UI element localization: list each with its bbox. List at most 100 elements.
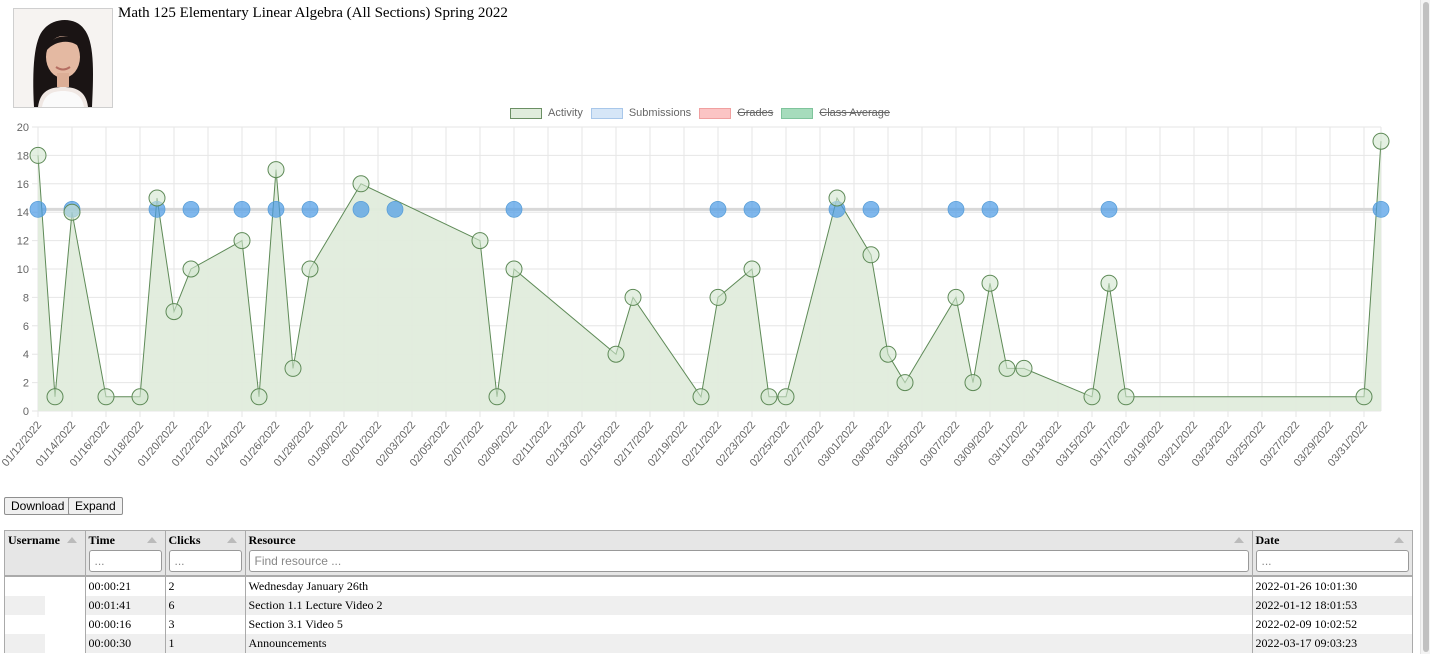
cell-resource: Wednesday January 26th xyxy=(245,576,1253,596)
submission-point xyxy=(1372,200,1390,218)
sort-asc-icon[interactable] xyxy=(1394,537,1404,543)
activity-point xyxy=(182,260,200,278)
activity-point xyxy=(301,260,319,278)
sort-asc-icon[interactable] xyxy=(146,537,157,543)
sort-asc-icon[interactable] xyxy=(66,537,77,543)
legend-swatch-class-average xyxy=(781,107,814,119)
activity-point xyxy=(692,388,710,406)
activity-point xyxy=(1372,132,1390,150)
legend-swatch-submissions xyxy=(590,107,623,119)
activity-point xyxy=(896,374,914,392)
vertical-scrollbar[interactable] xyxy=(1420,0,1430,654)
submission-point xyxy=(352,200,370,218)
submission-point xyxy=(386,200,404,218)
activity-point xyxy=(624,288,642,306)
cell-date: 2022-01-12 18:01:53 xyxy=(1252,596,1412,615)
activity-point xyxy=(488,388,506,406)
activity-point xyxy=(709,288,727,306)
activity-point xyxy=(964,374,982,392)
activity-point xyxy=(284,359,302,377)
table-row[interactable]: 00:00:21 2 Wednesday January 26th 2022-0… xyxy=(5,576,1412,596)
column-header-clicks[interactable]: Clicks xyxy=(165,531,246,577)
submission-point xyxy=(29,200,47,218)
activity-point xyxy=(233,232,251,250)
cell-clicks: 1 xyxy=(165,634,246,653)
table-row[interactable]: 00:01:41 6 Section 1.1 Lecture Video 2 2… xyxy=(5,596,1412,615)
submission-point xyxy=(233,200,251,218)
time-filter-input[interactable] xyxy=(88,550,162,572)
activity-point xyxy=(998,359,1016,377)
y-tick-label: 10 xyxy=(17,264,29,276)
submission-point xyxy=(182,200,200,218)
table-header-row: Username Time Clicks Resource xyxy=(5,531,1412,577)
sort-asc-icon[interactable] xyxy=(226,537,237,543)
activity-point xyxy=(947,288,965,306)
person-photo-icon xyxy=(14,9,112,107)
y-tick-label: 4 xyxy=(23,349,29,361)
y-tick-label: 18 xyxy=(17,150,29,162)
cell-date: 2022-01-26 10:01:30 xyxy=(1255,579,1358,593)
clicks-filter-input[interactable] xyxy=(168,550,242,572)
activity-point xyxy=(97,388,115,406)
x-axis: 01/12/202201/14/202201/16/202201/18/2022… xyxy=(0,419,1370,469)
activity-point xyxy=(828,189,846,207)
submission-point xyxy=(862,200,880,218)
y-tick-label: 12 xyxy=(17,236,29,248)
date-filter-input[interactable] xyxy=(1255,550,1409,572)
activity-point xyxy=(1083,388,1101,406)
download-button[interactable]: Download xyxy=(4,497,72,515)
activity-table: Username Time Clicks Resource xyxy=(4,530,1413,653)
activity-point xyxy=(981,274,999,292)
activity-point xyxy=(777,388,795,406)
activity-point xyxy=(148,189,166,207)
activity-point xyxy=(862,246,880,264)
activity-point xyxy=(471,232,489,250)
cell-username xyxy=(5,634,86,653)
cell-date: 2022-02-09 10:02:52 xyxy=(1255,617,1358,631)
sort-asc-icon[interactable] xyxy=(1233,537,1244,543)
submission-point xyxy=(981,200,999,218)
activity-point xyxy=(131,388,149,406)
activity-point xyxy=(760,388,778,406)
activity-point xyxy=(1100,274,1118,292)
cell-clicks: 2 xyxy=(165,576,246,596)
activity-point xyxy=(63,203,81,221)
activity-point xyxy=(607,345,625,363)
table-row[interactable]: 00:00:30 1 Announcements 2022-03-17 09:0… xyxy=(5,634,1412,653)
column-header-username[interactable]: Username xyxy=(5,531,86,577)
cell-time: 00:00:30 xyxy=(85,634,166,653)
cell-clicks: 6 xyxy=(165,596,246,615)
y-tick-label: 6 xyxy=(23,321,29,333)
column-header-time[interactable]: Time xyxy=(85,531,166,577)
avatar xyxy=(13,8,113,108)
activity-point xyxy=(505,260,523,278)
y-tick-label: 8 xyxy=(23,292,29,304)
cell-time: 00:01:41 xyxy=(85,596,166,615)
y-axis: 0 2 4 6 8 10 12 14 16 18 20 xyxy=(17,122,29,418)
activity-point xyxy=(250,388,268,406)
legend-swatch-activity xyxy=(509,107,542,119)
activity-point xyxy=(352,175,370,193)
submission-point xyxy=(743,200,761,218)
activity-point xyxy=(267,161,285,179)
column-header-resource[interactable]: Resource xyxy=(245,531,1253,577)
cell-username xyxy=(5,576,86,596)
y-tick-label: 14 xyxy=(17,207,29,219)
submission-point xyxy=(267,200,285,218)
cell-username xyxy=(5,615,86,634)
cell-time: 00:00:21 xyxy=(85,576,166,596)
page-title: Math 125 Elementary Linear Algebra (All … xyxy=(118,5,508,21)
y-tick-label: 20 xyxy=(17,122,29,134)
expand-button[interactable]: Expand xyxy=(68,497,123,515)
scrollbar-thumb[interactable] xyxy=(1423,2,1429,652)
cell-date: 2022-03-17 09:03:23 xyxy=(1252,634,1412,653)
activity-chart: 0 2 4 6 8 10 12 14 16 18 20 01/12/202201/14/202201… xyxy=(0,122,1390,469)
column-label: Username xyxy=(8,533,60,547)
activity-point xyxy=(879,345,897,363)
column-header-date[interactable]: Date xyxy=(1252,531,1412,577)
activity-point xyxy=(743,260,761,278)
resource-filter-input[interactable] xyxy=(248,550,1249,572)
activity-point xyxy=(1355,388,1373,406)
table-row[interactable]: 00:00:16 3 Section 3.1 Video 5 2022-02-0… xyxy=(5,615,1412,634)
activity-point xyxy=(46,388,64,406)
